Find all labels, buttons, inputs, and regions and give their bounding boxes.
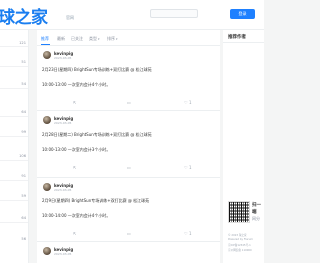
comment-icon[interactable]: ▭ [127, 100, 131, 105]
divider [0, 136, 28, 137]
post-actions: ⇱ ▭ ♡ 1 [37, 100, 220, 108]
divider [0, 180, 28, 181]
footer-text[interactable]: 京公网安备 110000 [228, 248, 252, 252]
feed-post[interactable]: kevinpig 2023-03-05 2月28日(星期二) BrightSun… [37, 112, 220, 178]
site-logo[interactable]: 球之家 [0, 3, 48, 28]
qr-subtext: 网分 [252, 216, 260, 221]
avatar[interactable] [43, 116, 51, 124]
avatar[interactable] [43, 51, 51, 59]
divider [0, 88, 28, 89]
comment-icon[interactable]: ▭ [127, 231, 131, 236]
rail-count: 59 [21, 194, 26, 198]
like-icon[interactable]: ♡ [184, 165, 188, 170]
rail-count: 54 [21, 82, 26, 86]
left-rail: 121 51 54 64 99 106 91 59 64 56 [0, 30, 29, 263]
tab-type[interactable]: 类型 ▾ [89, 36, 99, 42]
activity-feed: 推荐 最新 已关注 类型 ▾ 排序 ▾ kevinpig 2023-03-05 … [37, 30, 220, 263]
right-sidebar: 推荐作者 扫一 端 网分 © 2023 球之家 Powered by Flaru… [223, 30, 264, 263]
rail-count: 51 [21, 60, 26, 64]
rail-count: 91 [21, 174, 26, 178]
top-header: 球之家 官网 登录 [0, 0, 264, 30]
post-time: 2023-03-05 [54, 252, 72, 256]
like-count: 1 [189, 231, 192, 236]
login-button[interactable]: 登录 [230, 9, 255, 19]
divider [0, 222, 28, 223]
divider [0, 46, 28, 47]
post-text: 10:00-13:00 一次室内会计3个小时。 [42, 147, 111, 152]
post-text: 2月9日(星期四) BrightSun专场训练+双打比赛 @ 松江球苑 [42, 198, 150, 203]
post-time: 2023-03-05 [54, 188, 72, 192]
share-icon[interactable]: ⇱ [73, 231, 76, 236]
sidebar-title: 推荐作者 [228, 35, 246, 40]
divider [223, 42, 264, 43]
post-actions: ⇱ ▭ ♡ 1 [37, 165, 220, 173]
tab-sort-label: 排序 [107, 36, 115, 41]
qr-heading: 扫一 [252, 203, 261, 208]
feed-post[interactable]: kevinpig 2023-03-05 2月9日(星期四) BrightSun专… [37, 179, 220, 242]
post-text: 10:00-14:00 一次室内会计4个小时。 [42, 213, 111, 218]
rail-count: 106 [19, 154, 26, 158]
rail-count: 99 [21, 130, 26, 134]
divider [0, 200, 28, 201]
rail-count: 56 [21, 237, 26, 241]
footer-text: Powered by Flarum [228, 238, 253, 241]
divider [0, 66, 28, 67]
avatar[interactable] [43, 183, 51, 191]
search-input[interactable] [150, 9, 198, 18]
qr-heading: 端 [252, 210, 257, 215]
post-text: 2月23日(星期四) BrightSun专场训练+双打比赛 @ 松江球苑 [42, 67, 152, 72]
tab-recommended[interactable]: 推荐 [41, 36, 49, 42]
like-icon[interactable]: ♡ [184, 100, 188, 105]
tab-sort[interactable]: 排序 ▾ [107, 36, 117, 42]
chevron-down-icon: ▾ [115, 37, 118, 41]
post-text: 2月28日(星期二) BrightSun专场训练+双打比赛 @ 松江球苑 [42, 132, 152, 137]
like-count: 1 [189, 100, 192, 105]
feed-post[interactable]: kevinpig 2023-03-05 [37, 243, 220, 263]
post-actions: ⇱ ▭ ♡ 1 [37, 231, 220, 239]
logo-tagline: 官网 [66, 15, 74, 20]
divider [0, 116, 28, 117]
chevron-down-icon: ▾ [97, 37, 100, 41]
footer-text[interactable]: 京ICP备12345号-1 [228, 243, 251, 247]
share-icon[interactable]: ⇱ [73, 100, 76, 105]
rail-count: 64 [21, 216, 26, 220]
rail-count: 121 [19, 41, 26, 45]
qr-code-icon [228, 201, 250, 223]
qr-card: 扫一 端 网分 [223, 200, 264, 230]
post-time: 2023-03-05 [54, 121, 72, 125]
tab-type-label: 类型 [89, 36, 97, 41]
avatar[interactable] [43, 247, 51, 255]
tab-following[interactable]: 已关注 [71, 36, 83, 42]
like-icon[interactable]: ♡ [184, 231, 188, 236]
post-text: 10:00-13:00 一次室内会计4个小时。 [42, 82, 111, 87]
rail-count: 64 [21, 110, 26, 114]
like-count: 1 [189, 165, 192, 170]
feed-tabs: 推荐 最新 已关注 类型 ▾ 排序 ▾ [37, 30, 220, 46]
footer-text: © 2023 球之家 [228, 234, 247, 237]
feed-post[interactable]: kevinpig 2023-03-05 2月23日(星期四) BrightSun… [37, 47, 220, 111]
tab-latest[interactable]: 最新 [57, 36, 65, 42]
active-tab-indicator [41, 44, 50, 45]
post-time: 2023-03-05 [54, 56, 72, 60]
share-icon[interactable]: ⇱ [73, 165, 76, 170]
divider [0, 160, 28, 161]
comment-icon[interactable]: ▭ [127, 165, 131, 170]
